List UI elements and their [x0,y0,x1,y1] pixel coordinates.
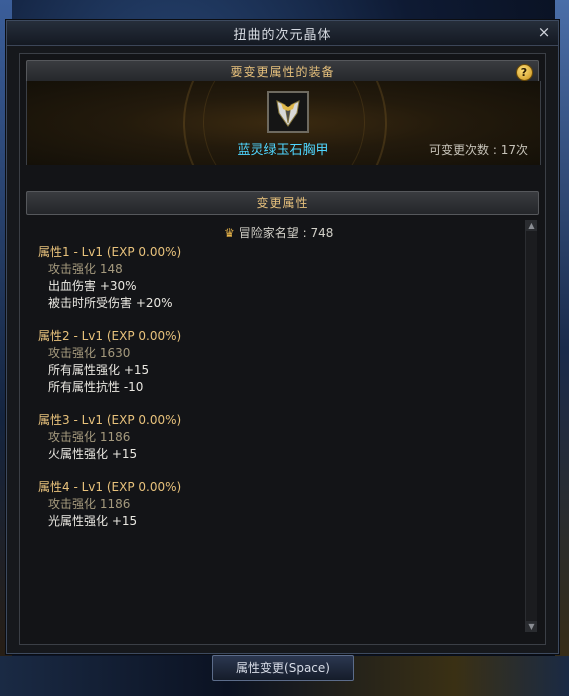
fame-emblem-icon: ♛ [224,226,235,240]
attribute-scrollbar[interactable]: ▲ ▼ [525,220,537,632]
attribute-stat: 出血伤害 +30% [48,279,137,293]
attribute-base: 攻击强化 1186 [48,430,131,444]
window-titlebar[interactable]: 扭曲的次元晶体 × [7,21,558,46]
scroll-down-icon[interactable]: ▼ [526,621,537,632]
change-attribute-button[interactable]: 属性变更(Space) [212,655,354,681]
attribute-title: 属性3 - Lv1 (EXP 0.00%) [38,413,182,427]
attribute-stat: 被击时所受伤害 +20% [48,296,173,310]
attribute-block-2: 属性2 - Lv1 (EXP 0.00%) 攻击强化 1630 所有属性强化 +… [38,328,181,396]
window-title: 扭曲的次元晶体 [233,28,332,43]
change-attr-header: 变更属性 [26,191,539,215]
attribute-base: 攻击强化 1630 [48,346,131,360]
help-icon[interactable]: ? [516,64,533,81]
close-icon[interactable]: × [536,24,552,40]
attribute-title: 属性2 - Lv1 (EXP 0.00%) [38,329,182,343]
inner-frame: 要变更属性的装备 ? 蓝灵绿玉石胸甲 可变更次数 : 17次 变更属性 ♛ 冒险… [19,53,546,645]
attribute-block-4: 属性4 - Lv1 (EXP 0.00%) 攻击强化 1186 光属性强化 +1… [38,479,181,530]
attribute-block-1: 属性1 - Lv1 (EXP 0.00%) 攻击强化 148 出血伤害 +30%… [38,244,181,312]
change-count-label: 可变更次数 : 17次 [429,143,528,157]
scroll-up-icon[interactable]: ▲ [526,220,537,231]
attribute-stat: 所有属性强化 +15 [48,363,150,377]
attribute-base: 攻击强化 148 [48,262,123,276]
attribute-list-panel: ♛ 冒险家名望 : 748 属性1 - Lv1 (EXP 0.00%) 攻击强化 … [26,220,539,632]
attribute-stat: 所有属性抗性 -10 [48,380,144,394]
attribute-title: 属性1 - Lv1 (EXP 0.00%) [38,245,182,259]
change-attr-title: 变更属性 [256,196,309,210]
equip-section-title: 要变更属性的装备 [230,65,335,79]
attribute-stat: 光属性强化 +15 [48,514,138,528]
fame-label: ♛ 冒险家名望 : 748 [224,224,333,241]
equip-item-name: 蓝灵绿玉石胸甲 [237,143,329,158]
attribute-stat: 火属性强化 +15 [48,447,138,461]
attribute-block-3: 属性3 - Lv1 (EXP 0.00%) 攻击强化 1186 火属性强化 +1… [38,412,181,463]
equip-item-slot[interactable] [267,91,309,133]
chest-armor-icon [269,93,307,131]
attribute-base: 攻击强化 1186 [48,497,131,511]
dimension-crystal-window: 扭曲的次元晶体 × 要变更属性的装备 ? 蓝灵绿玉石胸甲 可变更次数 : 17次… [6,20,559,654]
equip-display-area: 蓝灵绿玉石胸甲 可变更次数 : 17次 [26,81,541,165]
attribute-title: 属性4 - Lv1 (EXP 0.00%) [38,480,182,494]
fame-text: 冒险家名望 : 748 [238,226,334,240]
